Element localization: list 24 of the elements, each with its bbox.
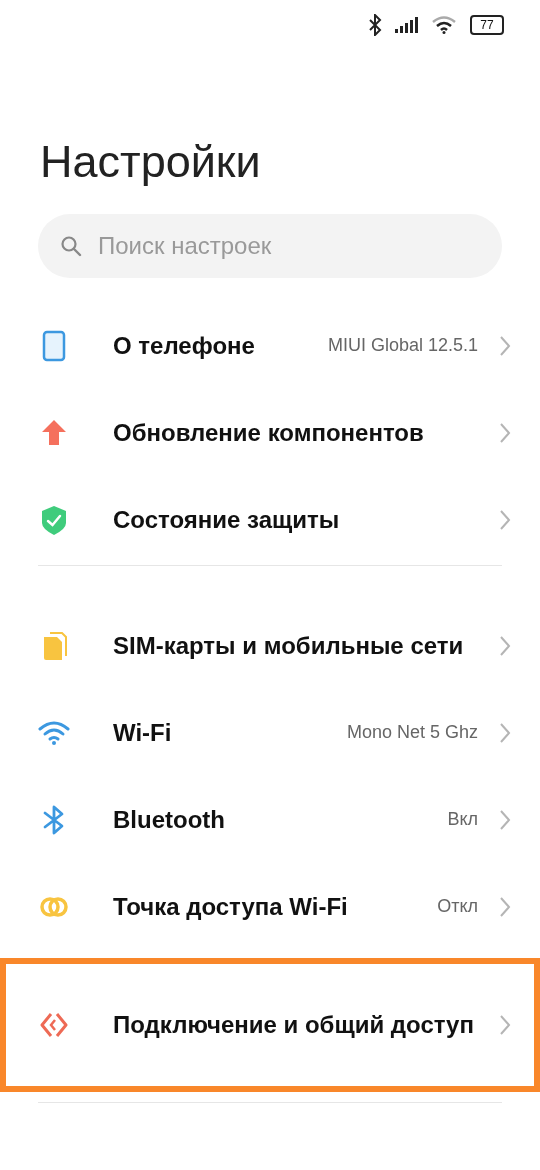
chevron-icon <box>498 721 512 744</box>
settings-row[interactable]: SIM-карты и мобильные сети <box>0 602 540 689</box>
search-field[interactable]: Поиск настроек <box>96 231 480 261</box>
chevron-icon <box>498 895 512 918</box>
chevron-icon <box>498 508 512 531</box>
settings-row[interactable]: О телефоне MIUI Global 12.5.1 <box>0 302 540 389</box>
settings-row[interactable]: Точка доступа Wi-Fi Откл <box>0 863 540 950</box>
settings-row[interactable]: Обновление компонентов <box>0 389 540 476</box>
chevron-icon <box>498 421 512 444</box>
search-icon <box>60 235 82 257</box>
settings-row[interactable]: Состояние защиты <box>0 476 540 563</box>
search-bar[interactable]: Поиск настроек <box>38 214 502 278</box>
chevron-icon <box>498 808 512 831</box>
battery-icon: 77 <box>470 15 504 35</box>
settings-row[interactable]: Подключение и общий доступ <box>0 958 540 1092</box>
settings-row[interactable]: Wi-Fi Mono Net 5 Ghz <box>0 689 540 776</box>
page-title: Настройки <box>40 136 262 188</box>
chevron-icon <box>498 1014 512 1036</box>
chevron-icon <box>498 334 512 357</box>
settings-row[interactable]: Bluetooth Вкл <box>0 776 540 863</box>
bluetooth-icon <box>368 14 382 36</box>
chevron-icon <box>498 634 512 657</box>
wifi-icon <box>432 16 458 34</box>
signal-icon <box>394 16 420 34</box>
